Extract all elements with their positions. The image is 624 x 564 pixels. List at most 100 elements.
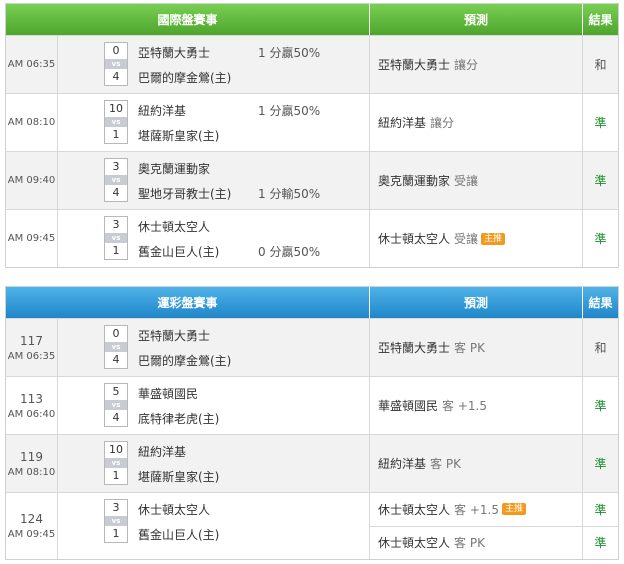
result-column-header: 結果 [588, 13, 613, 27]
prediction-cell: 休士頓太空人 受讓 主推 [370, 210, 583, 267]
match-cell: 119 AM 08:10 10 vs 1 紐約洋基 堪薩斯皇家(主) [6, 435, 370, 492]
home-team-name: 巴爾的摩金鶯(主) [138, 354, 232, 368]
game-info: 0 vs 4 亞特蘭大勇士巴爾的摩金鶯(主) 1 分贏50% [58, 36, 369, 93]
result-cell: 準 [583, 435, 618, 492]
result-value: 準 [583, 525, 618, 560]
away-team-name: 休士頓太空人 [138, 503, 211, 517]
score-box: 5 vs 4 [104, 383, 128, 427]
game-time: AM 09:45 [7, 529, 56, 540]
home-score: 1 [112, 527, 120, 540]
match-cell: 113 AM 06:40 5 vs 4 華盛頓國民 底特律老虎(主) [6, 377, 370, 434]
result-value: 和 [594, 58, 607, 72]
result-cell: 準 [583, 377, 618, 434]
score-box: 3 vs 4 [104, 158, 128, 202]
predicted-pick: 讓分 [454, 58, 479, 72]
lottery-odds-table: 運彩盤賽事 預測 結果 117 AM 06:35 0 vs 4 亞特蘭大勇士 巴爾的摩金鶯(… [5, 286, 619, 560]
score-box: 0 vs 4 [104, 325, 128, 369]
match-time-cell: AM 09:45 [6, 210, 58, 267]
away-team-name: 亞特蘭大勇士 [138, 46, 211, 60]
predicted-team: 休士頓太空人 [378, 536, 451, 551]
score-box: 0 vs 4 [104, 42, 128, 86]
away-score: 10 [109, 443, 123, 456]
result-value: 準 [594, 116, 607, 130]
handicap-result: 0 分贏50% [258, 245, 321, 259]
match-cell: AM 08:10 10 vs 1 紐約洋基 堪薩斯皇家(主) 1 分贏50% [6, 94, 370, 151]
home-score: 4 [112, 70, 120, 83]
game-time: AM 06:35 [7, 59, 56, 70]
prediction-line: 奧克蘭運動家 受讓 [370, 152, 582, 209]
home-score: 4 [112, 353, 120, 366]
result-value: 準 [594, 502, 607, 517]
home-score: 4 [112, 411, 120, 424]
game-number: 124 [20, 512, 43, 526]
result-value: 準 [594, 457, 607, 471]
away-score: 5 [112, 385, 120, 398]
predicted-pick: 讓分 [430, 116, 455, 130]
vs-label: vs [105, 342, 127, 352]
away-team-name: 紐約洋基 [138, 445, 187, 459]
predicted-pick: 受讓 [454, 232, 479, 246]
table-row: 119 AM 08:10 10 vs 1 紐約洋基 堪薩斯皇家(主) 紐約洋基客 PK 準 [6, 434, 618, 492]
vs-label: vs [105, 458, 127, 468]
score-box: 10 vs 1 [104, 100, 128, 144]
prediction-line: 紐約洋基客 PK [370, 435, 582, 492]
predicted-pick: 客 PK [430, 457, 461, 471]
predicted-team: 紐約洋基 [378, 457, 427, 471]
result-value: 準 [594, 399, 607, 413]
home-score: 1 [112, 469, 120, 482]
away-score: 3 [112, 501, 120, 514]
prediction-cell: 華盛頓國民客 +1.5 [370, 377, 583, 434]
featured-pick-badge: 主推 [501, 503, 526, 516]
home-score: 4 [112, 186, 120, 199]
result-cell: 準 [583, 152, 618, 209]
home-score: 1 [112, 244, 120, 257]
match-time-cell: AM 06:35 [6, 36, 58, 93]
game-number: 117 [20, 333, 43, 348]
result-value: 和 [594, 341, 607, 355]
predicted-pick: 客 +1.5 [454, 502, 499, 517]
vs-label: vs [105, 516, 127, 526]
game-info: 0 vs 4 亞特蘭大勇士巴爾的摩金鶯(主) [58, 319, 369, 376]
table-body: AM 06:35 0 vs 4 亞特蘭大勇士巴爾的摩金鶯(主) 1 分贏50% 亞特蘭大勇士… [6, 35, 618, 267]
home-team-name: 巴爾的摩金鶯(主) [138, 71, 232, 85]
match-column-header: 運彩盤賽事 [6, 287, 370, 318]
vs-label: vs [105, 400, 127, 410]
match-time-cell: 119 AM 08:10 [6, 435, 58, 492]
predicted-team: 休士頓太空人 [378, 502, 451, 517]
predicted-team: 亞特蘭大勇士 [378, 58, 451, 72]
match-time-cell: 117 AM 06:35 [6, 319, 58, 376]
result-column-header: 結果 [588, 296, 613, 310]
game-time: AM 06:40 [7, 408, 56, 420]
match-cell: AM 09:40 3 vs 4 奧克蘭運動家 聖地牙哥教士(主) 1 分輸50% [6, 152, 370, 209]
predicted-team: 紐約洋基 [378, 116, 427, 130]
match-cell: 124 AM 09:45 3 vs 1 休士頓太空人 舊金山巨人(主) [6, 493, 370, 559]
result-value: 準 [594, 174, 607, 188]
predicted-team: 亞特蘭大勇士 [378, 341, 451, 355]
away-score: 0 [112, 44, 120, 57]
prediction-line: 休士頓太空人 受讓 主推 [370, 210, 582, 267]
table-row: 124 AM 09:45 3 vs 1 休士頓太空人 舊金山巨人(主) 休士頓太空人客 +1.… [6, 492, 618, 559]
game-time: AM 09:40 [7, 175, 56, 186]
prediction-cell: 奧克蘭運動家 受讓 [370, 152, 583, 209]
score-box: 3 vs 1 [104, 499, 128, 543]
game-info: 5 vs 4 華盛頓國民 底特律老虎(主) [58, 377, 369, 434]
predicted-team: 休士頓太空人 [378, 232, 451, 246]
table-row: AM 09:40 3 vs 4 奧克蘭運動家 聖地牙哥教士(主) 1 分輸50% 奧克蘭運動家… [6, 151, 618, 209]
away-team-name: 休士頓太空人 [138, 220, 211, 234]
away-team-name: 紐約洋基 [138, 104, 187, 118]
away-team-name: 華盛頓國民 [138, 387, 199, 401]
predicted-team: 奧克蘭運動家 [378, 174, 451, 188]
away-team-name: 奧克蘭運動家 [138, 162, 211, 176]
predicted-pick: 受讓 [454, 174, 479, 188]
game-time: AM 08:10 [7, 466, 56, 478]
handicap-result: 1 分贏50% [258, 46, 321, 60]
prediction-cell: 紐約洋基 讓分 [370, 94, 583, 151]
away-team-name: 亞特蘭大勇士 [138, 329, 211, 343]
match-cell: AM 09:45 3 vs 1 休士頓太空人 舊金山巨人(主) 0 分贏50% [6, 210, 370, 267]
featured-pick-badge: 主推 [481, 232, 506, 245]
match-column-header: 國際盤賽事 [6, 4, 370, 35]
game-info: 3 vs 1 休士頓太空人 舊金山巨人(主) [58, 493, 369, 559]
predicted-pick: 客 +1.5 [442, 399, 487, 413]
home-team-name: 舊金山巨人(主) [138, 245, 220, 259]
home-team-name: 舊金山巨人(主) [138, 528, 220, 542]
